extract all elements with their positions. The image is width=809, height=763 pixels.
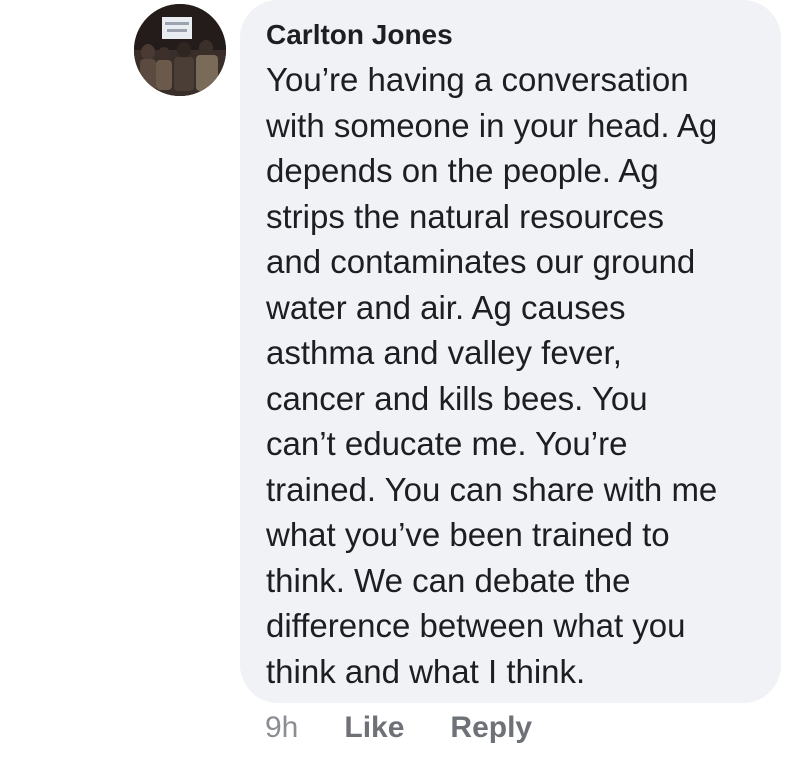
comment-bubble: Carlton Jones You’re having a conversati…	[240, 0, 781, 703]
reply-button[interactable]: Reply	[450, 711, 532, 745]
comment-actions: 9h Like Reply	[265, 706, 578, 750]
comment-author[interactable]: Carlton Jones	[266, 18, 761, 52]
comment-timestamp[interactable]: 9h	[265, 711, 298, 745]
like-button[interactable]: Like	[344, 711, 404, 745]
avatar[interactable]	[134, 4, 226, 96]
profile-photo-icon	[134, 4, 226, 96]
comment-text: You’re having a conversation with someon…	[266, 61, 718, 690]
comment-row: Carlton Jones You’re having a conversati…	[0, 0, 809, 763]
